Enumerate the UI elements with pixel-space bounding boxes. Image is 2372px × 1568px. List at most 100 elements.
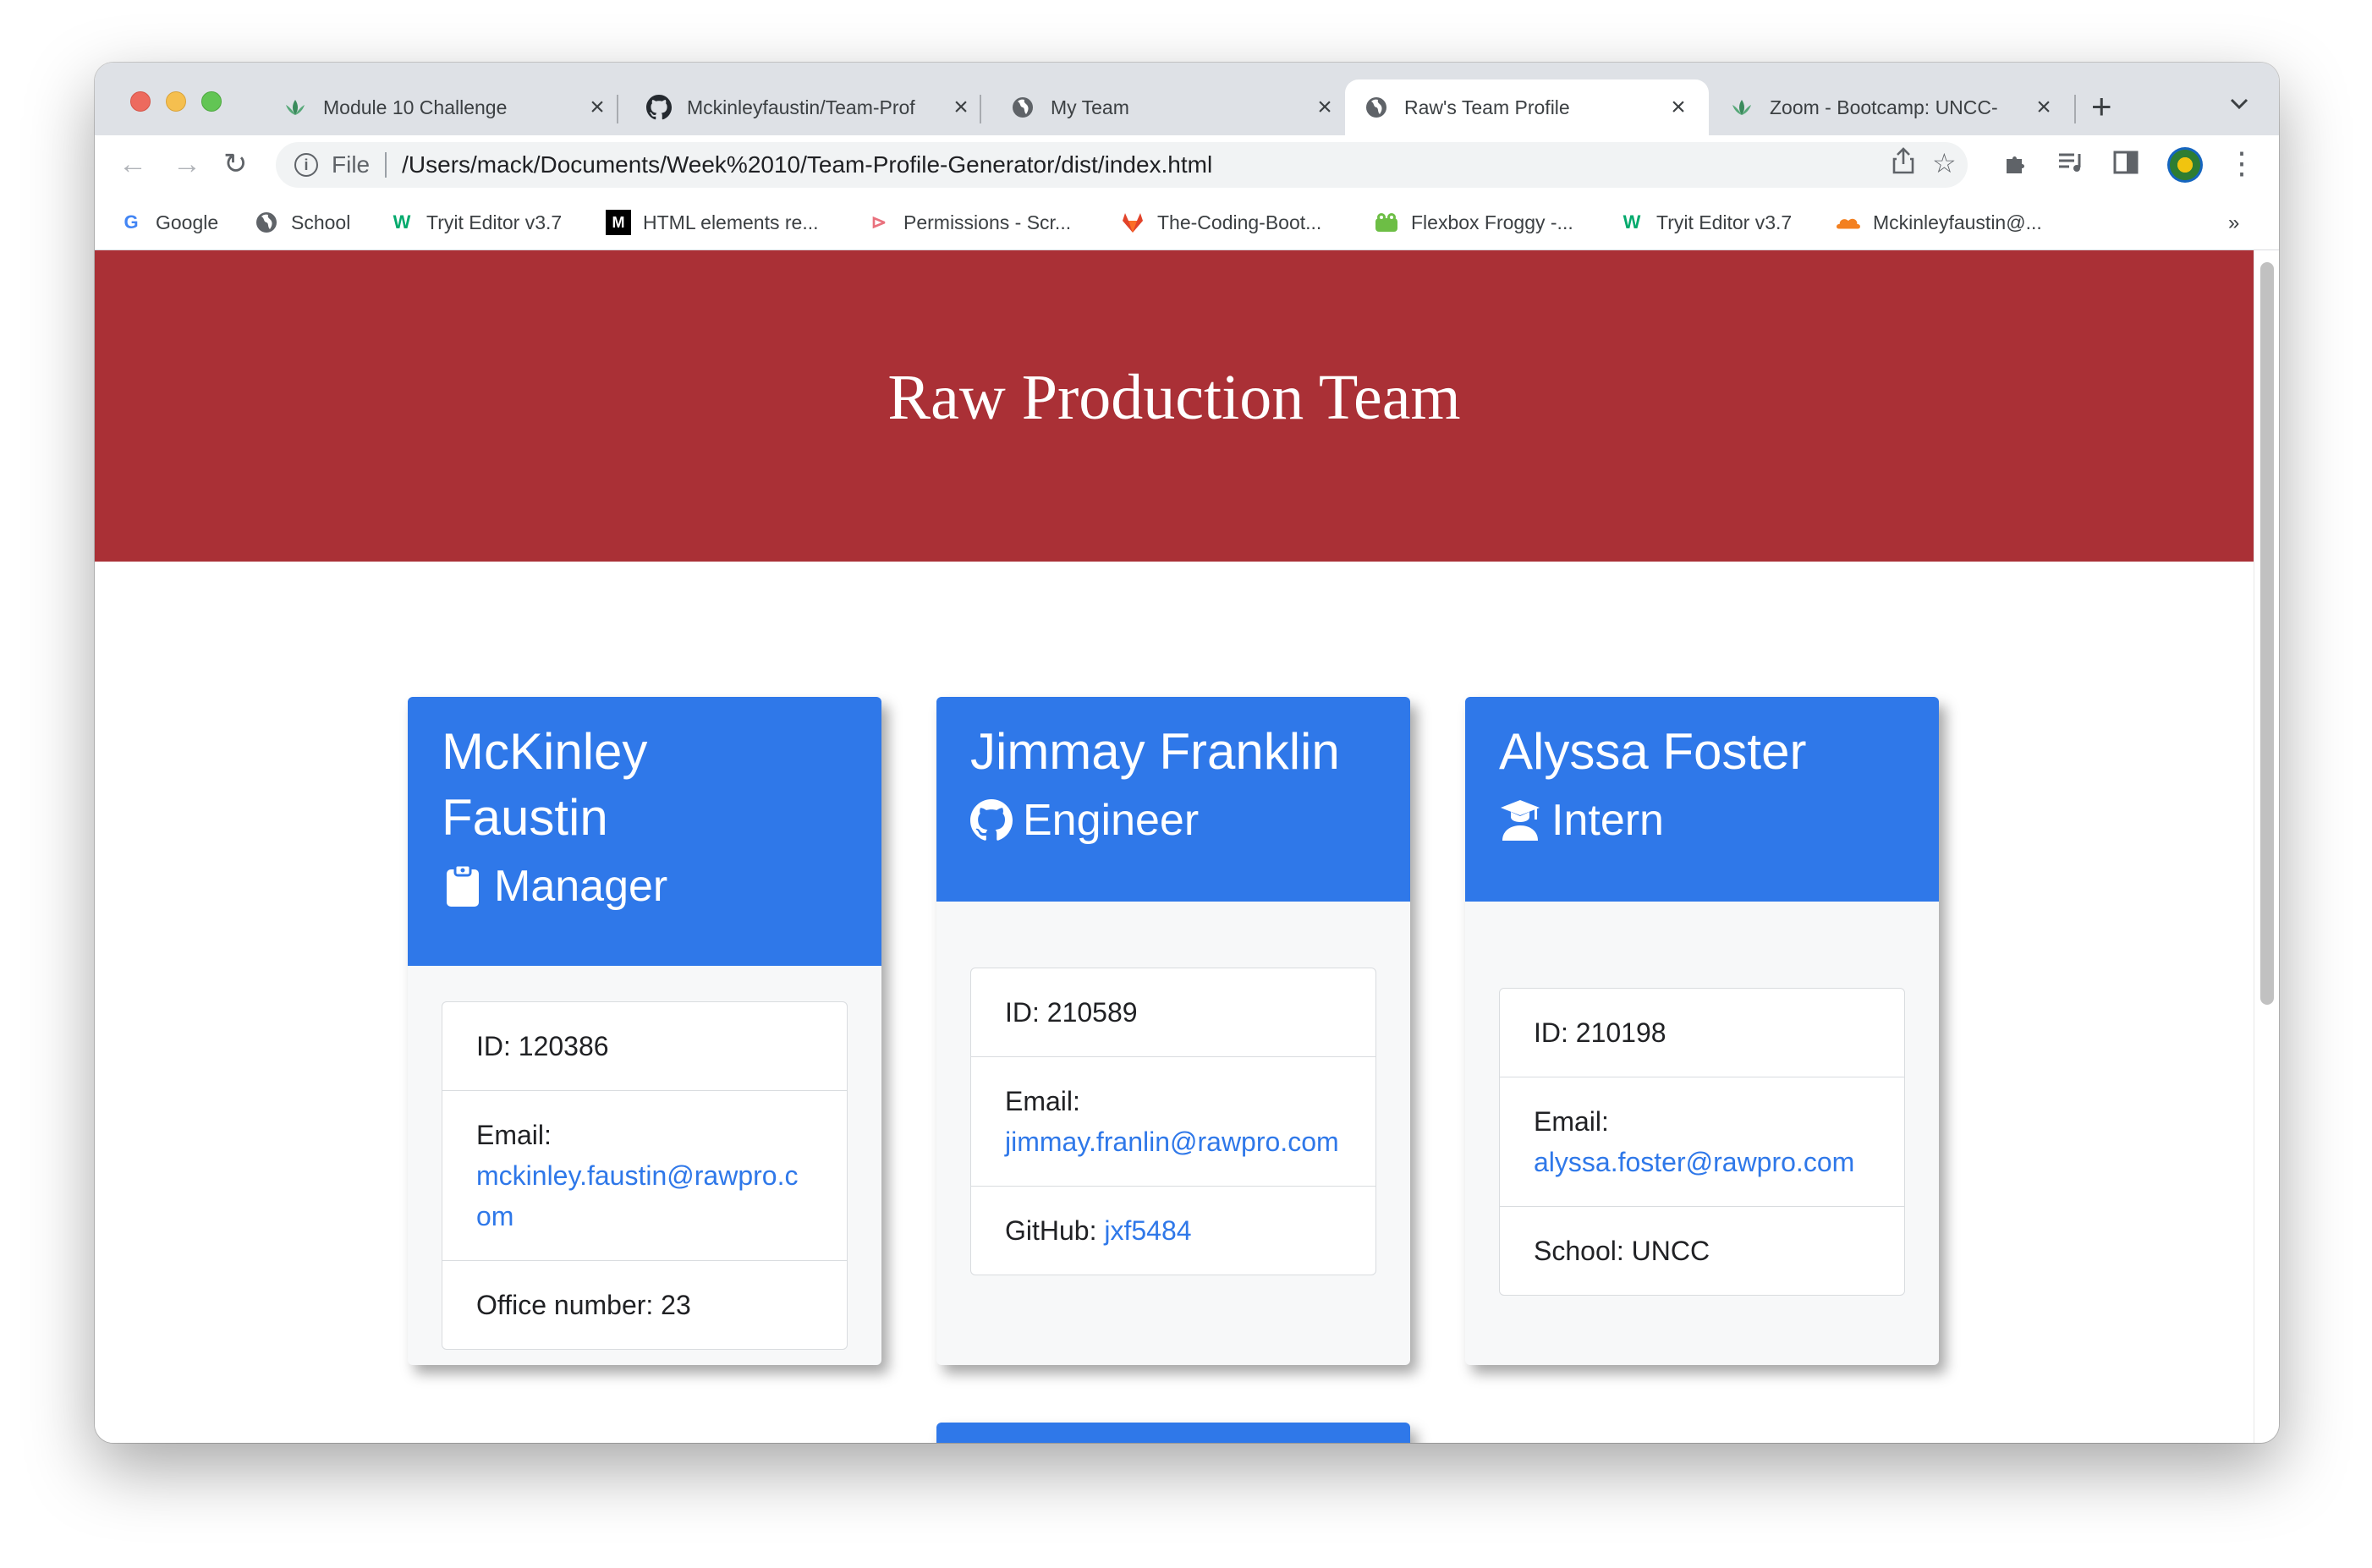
mdn-icon: M bbox=[606, 210, 631, 235]
minimize-window-button[interactable] bbox=[166, 91, 186, 112]
card-header: Alyssa Foster Intern bbox=[1465, 697, 1939, 902]
close-icon[interactable]: × bbox=[1313, 93, 1337, 122]
browser-window: Module 10 Challenge × Mckinleyfaustin/Te… bbox=[95, 63, 2279, 1443]
card-header: Jimmay Franklin Engineer bbox=[936, 697, 1410, 902]
office-number: Office number: 23 bbox=[442, 1260, 847, 1349]
tab-separator bbox=[980, 95, 981, 123]
close-icon[interactable]: × bbox=[585, 93, 609, 122]
globe-icon bbox=[254, 210, 279, 235]
media-queue-icon[interactable] bbox=[2057, 151, 2084, 181]
extensions-puzzle-icon[interactable] bbox=[2003, 151, 2029, 183]
close-icon[interactable]: × bbox=[1666, 93, 1690, 122]
role-label: Manager bbox=[494, 862, 668, 911]
info-icon[interactable]: i bbox=[294, 153, 318, 177]
tab-raws-team-profile[interactable]: Raw's Team Profile × bbox=[1345, 79, 1709, 135]
browser-toolbar: ← → ↻ i File /Users/mack/Documents/Week%… bbox=[95, 135, 2279, 195]
github-label: GitHub: bbox=[1005, 1215, 1105, 1246]
bookmark-label: Flexbox Froggy -... bbox=[1411, 211, 1573, 233]
employee-email-item: Email: alyssa.foster@rawpro.com bbox=[1500, 1077, 1904, 1206]
scrimba-icon: ⊳ bbox=[870, 211, 887, 233]
email-link[interactable]: jimmay.franlin@rawpro.com bbox=[1005, 1127, 1339, 1157]
bookmarks-bar: G Google School W Tryit Editor v3.7 M HT… bbox=[95, 195, 2279, 250]
employee-name: Alyssa Foster bbox=[1499, 723, 1807, 780]
kebab-menu-icon[interactable]: ⋮ bbox=[2226, 145, 2257, 181]
employee-details-list: ID: 120386 Email: mckinley.faustin@rawpr… bbox=[442, 1001, 848, 1350]
reload-icon[interactable]: ↻ bbox=[223, 149, 248, 179]
bookmark-label: Google bbox=[156, 211, 219, 233]
globe-icon bbox=[1364, 95, 1389, 120]
employee-name: Jimmay Franklin bbox=[970, 723, 1340, 780]
scrollbar-thumb[interactable] bbox=[2260, 262, 2274, 1005]
url-divider bbox=[385, 152, 387, 178]
frog-icon bbox=[1374, 210, 1399, 235]
bookmark-google[interactable]: G Google bbox=[118, 208, 218, 237]
bookmark-school[interactable]: School bbox=[254, 208, 350, 237]
tab-github-repo[interactable]: Mckinleyfaustin/Team-Prof × bbox=[628, 79, 991, 135]
employee-card-manager: McKinley Faustin Manager ID: 120386 Emai… bbox=[408, 697, 881, 1365]
tab-separator bbox=[617, 95, 618, 123]
bookmark-label: Tryit Editor v3.7 bbox=[1656, 211, 1793, 233]
github-icon bbox=[970, 797, 1013, 844]
lotus-icon bbox=[283, 95, 308, 120]
bookmark-mckinleyfaustin[interactable]: Mckinleyfaustin@... bbox=[1836, 208, 2042, 237]
tab-title: Raw's Team Profile bbox=[1404, 96, 1570, 118]
back-arrow-icon[interactable]: ← bbox=[118, 149, 147, 179]
cloud-icon bbox=[1836, 210, 1861, 235]
card-header: McKinley Faustin Manager bbox=[408, 697, 881, 966]
tab-title: My Team bbox=[1051, 96, 1129, 118]
employee-id: ID: 210589 bbox=[1005, 997, 1138, 1028]
new-tab-button[interactable]: + bbox=[2091, 89, 2112, 124]
maximize-window-button[interactable] bbox=[201, 91, 222, 112]
profile-avatar[interactable] bbox=[2167, 147, 2203, 183]
close-window-button[interactable] bbox=[130, 91, 151, 112]
tab-module-10-challenge[interactable]: Module 10 Challenge × bbox=[264, 79, 628, 135]
side-panel-icon[interactable] bbox=[2113, 151, 2139, 181]
github-link[interactable]: jxf5484 bbox=[1104, 1215, 1191, 1246]
forward-arrow-icon[interactable]: → bbox=[173, 149, 201, 179]
page-title: Raw Production Team bbox=[887, 361, 1461, 433]
bookmark-label: The-Coding-Boot... bbox=[1157, 211, 1322, 233]
bookmark-permissions[interactable]: ⊳ Permissions - Scr... bbox=[866, 208, 1071, 237]
tab-strip: Module 10 Challenge × Mckinleyfaustin/Te… bbox=[95, 63, 2279, 135]
url-text[interactable]: /Users/mack/Documents/Week%2010/Team-Pro… bbox=[402, 151, 1212, 178]
email-label: Email: bbox=[1534, 1106, 1609, 1137]
bookmark-tryit-editor[interactable]: W Tryit Editor v3.7 bbox=[389, 208, 563, 237]
employee-name: McKinley Faustin bbox=[442, 723, 648, 846]
bookmark-coding-boot[interactable]: The-Coding-Boot... bbox=[1120, 208, 1321, 237]
close-icon[interactable]: × bbox=[949, 93, 973, 122]
bookmark-label: Tryit Editor v3.7 bbox=[426, 211, 563, 233]
tab-title: Module 10 Challenge bbox=[323, 96, 508, 118]
tab-zoom-bootcamp[interactable]: Zoom - Bootcamp: UNCC- × bbox=[1710, 79, 2074, 135]
bookmarks-overflow-button[interactable]: » bbox=[2228, 211, 2239, 235]
bookmark-tryit-editor-2[interactable]: W Tryit Editor v3.7 bbox=[1619, 208, 1793, 237]
bookmark-label: Permissions - Scr... bbox=[903, 211, 1072, 233]
close-icon[interactable]: × bbox=[2032, 93, 2056, 122]
email-label: Email: bbox=[1005, 1086, 1080, 1116]
gitlab-icon bbox=[1120, 210, 1145, 235]
bookmark-label: Mckinleyfaustin@... bbox=[1873, 211, 2042, 233]
email-label: Email: bbox=[476, 1120, 552, 1150]
url-scheme: File bbox=[332, 151, 371, 178]
w3schools-icon: W bbox=[1623, 211, 1641, 233]
bookmark-flexbox-froggy[interactable]: Flexbox Froggy -... bbox=[1374, 208, 1573, 237]
employee-role: Engineer bbox=[970, 787, 1376, 854]
employee-role: Manager bbox=[442, 853, 848, 920]
tab-my-team[interactable]: My Team × bbox=[991, 79, 1355, 135]
employee-details-list: ID: 210198 Email: alyssa.foster@rawpro.c… bbox=[1499, 988, 1905, 1296]
email-link[interactable]: alyssa.foster@rawpro.com bbox=[1534, 1147, 1854, 1177]
role-label: Intern bbox=[1551, 796, 1664, 845]
email-link[interactable]: mckinley.faustin@rawpro.com bbox=[476, 1160, 798, 1231]
role-label: Engineer bbox=[1023, 796, 1200, 845]
address-bar[interactable]: i File /Users/mack/Documents/Week%2010/T… bbox=[276, 142, 1968, 188]
tab-separator bbox=[2074, 95, 2076, 123]
page-viewport: Raw Production Team McKinley Faustin Man… bbox=[95, 250, 2254, 1443]
bookmark-html-elements[interactable]: M HTML elements re... bbox=[606, 208, 818, 237]
page-header-banner: Raw Production Team bbox=[95, 250, 2254, 562]
tab-title: Zoom - Bootcamp: UNCC- bbox=[1770, 96, 1998, 118]
share-icon[interactable] bbox=[1892, 147, 1915, 181]
employee-details-list: ID: 210589 Email: jimmay.franlin@rawpro.… bbox=[970, 968, 1376, 1275]
tab-search-chevron-icon[interactable] bbox=[2230, 93, 2248, 115]
employee-email-item: Email: mckinley.faustin@rawpro.com bbox=[442, 1090, 847, 1260]
bookmark-star-icon[interactable]: ☆ bbox=[1932, 147, 1957, 179]
tab-title: Mckinleyfaustin/Team-Prof bbox=[687, 96, 915, 118]
